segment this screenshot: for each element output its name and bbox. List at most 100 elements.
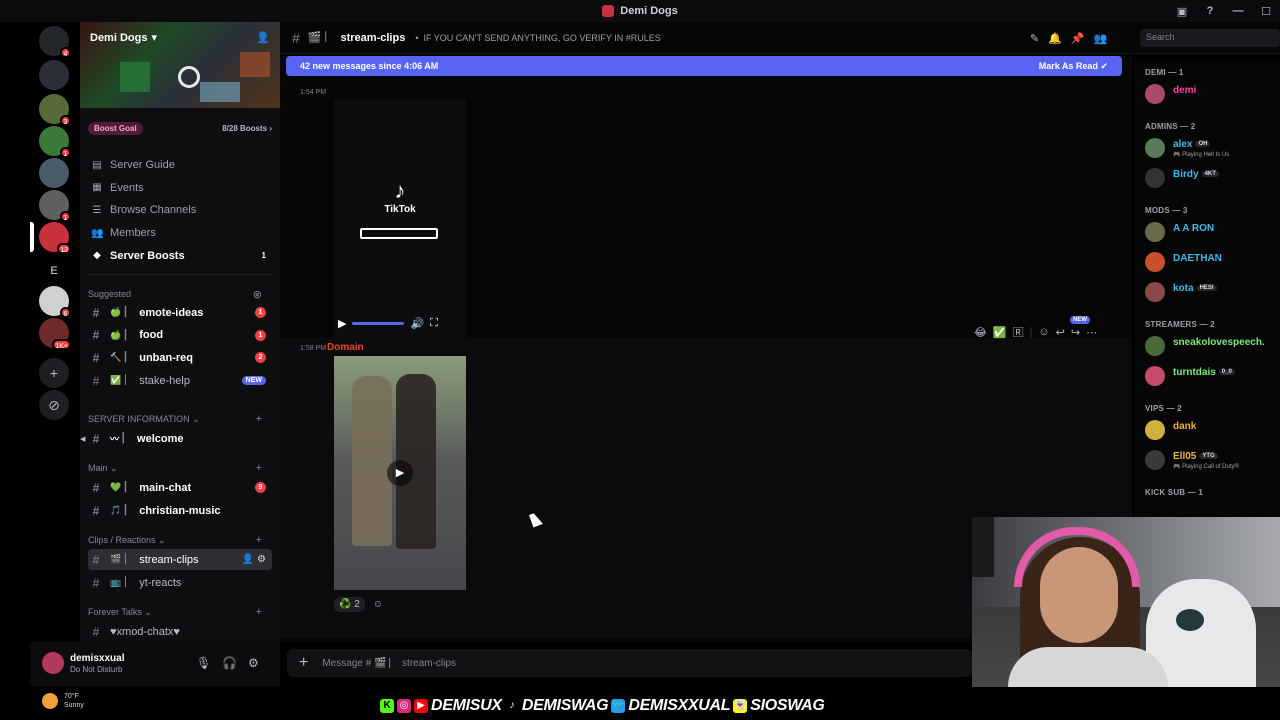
more-icon[interactable]: ⋯	[1086, 326, 1097, 339]
member-name: dank	[1173, 421, 1197, 432]
message-timestamp: 1:54 PM	[300, 89, 327, 96]
emoji-check-icon[interactable]: ✅	[993, 326, 1007, 339]
add-attachment-icon[interactable]: +	[299, 654, 308, 672]
member-item[interactable]: kota HESI	[1145, 280, 1280, 306]
channel-stake-help[interactable]: # ✅ ⎸ stake-help NEW	[88, 370, 272, 391]
nav-events[interactable]: ▦ Events	[88, 178, 272, 198]
play-icon[interactable]: ▶	[338, 317, 346, 330]
help-icon[interactable]: ?	[1196, 5, 1224, 17]
server-icon[interactable]: 4	[39, 26, 71, 58]
avatar[interactable]	[42, 652, 64, 674]
message-author[interactable]: Domain	[327, 342, 364, 353]
channel-main-chat[interactable]: # 💚 ⎸ main-chat 9	[88, 477, 272, 498]
channel-emote-ideas[interactable]: # 🍏 ⎸ emote-ideas 1	[88, 302, 272, 323]
server-icon[interactable]	[39, 158, 69, 188]
minimize-button[interactable]: —	[1224, 5, 1252, 17]
member-item[interactable]: Ell05 YTG 🎮 Playing Call of Duty®	[1145, 448, 1280, 474]
discover-icon[interactable]: ⊘	[39, 390, 69, 420]
member-item[interactable]: Birdy 4KT	[1145, 166, 1280, 192]
message-toolbar: 😂 ✅ 🅁 | ☺ ↩ ↪ ⋯ NEW	[974, 316, 1098, 340]
mark-as-read-button[interactable]: Mark As Read ✔	[1039, 61, 1108, 72]
category-forever-talks[interactable]: Forever Talks ⌄ +	[88, 605, 272, 619]
category-clips[interactable]: Clips / Reactions ⌄ +	[88, 533, 272, 547]
boost-count: 8/28 Boosts ›	[222, 123, 272, 133]
server-icon[interactable]: 6	[39, 286, 71, 318]
reaction-recycle[interactable]: ♻️ 2	[334, 597, 365, 612]
server-rail: 4 3 1 1 13 E 6 1K+ + ⊘	[30, 22, 78, 682]
channel-food[interactable]: # 🍏 ⎸ food 1	[88, 325, 272, 346]
message-composer[interactable]: + Message # 🎬 ⎸ stream-clips	[287, 649, 972, 677]
server-icon[interactable]: 1	[39, 190, 71, 222]
nav-server-boosts[interactable]: ◆ Server Boosts 1	[88, 246, 272, 266]
member-item[interactable]: A A RON	[1145, 220, 1280, 246]
category-main[interactable]: Main ⌄ +	[88, 461, 272, 475]
close-icon[interactable]: ⊗	[253, 288, 262, 301]
boost-goal[interactable]: Boost Goal 8/28 Boosts ›	[88, 120, 272, 136]
member-group-header: KICK SUB — 1	[1145, 488, 1203, 497]
add-channel-icon[interactable]: +	[256, 534, 262, 546]
member-item[interactable]: demi	[1145, 82, 1280, 108]
member-item[interactable]: dank	[1145, 418, 1280, 444]
add-reaction-icon[interactable]: ☺	[1038, 326, 1049, 338]
volume-slider[interactable]	[352, 321, 405, 325]
channel-unban-req[interactable]: # 🔨 ⎸ unban-req 2	[88, 347, 272, 368]
invite-icon[interactable]: 👤	[256, 31, 270, 44]
server-icon[interactable]	[39, 60, 69, 90]
add-channel-icon[interactable]: +	[256, 462, 262, 474]
add-reaction-icon[interactable]: ☺	[373, 599, 383, 610]
server-banner[interactable]: Demi Dogs ▾ 👤	[80, 22, 280, 108]
headphones-icon[interactable]: 🎧	[222, 656, 237, 670]
server-icon[interactable]: 13	[39, 222, 71, 254]
new-messages-bar[interactable]: 42 new messages since 4:06 AM Mark As Re…	[286, 56, 1122, 76]
social-handle: SIOSWAG	[750, 697, 825, 714]
add-channel-icon[interactable]: +	[256, 413, 262, 425]
add-server-icon[interactable]: +	[39, 358, 69, 388]
threads-icon[interactable]: ✎	[1030, 32, 1039, 45]
fullscreen-icon[interactable]: ⛶	[430, 317, 438, 330]
channel-christian-music[interactable]: # 🎵 ⎸ christian-music	[88, 500, 272, 521]
channel-mod-chat[interactable]: # ♥︎xmod-chatx♥︎	[88, 621, 272, 642]
settings-gear-icon[interactable]: 👤 ⚙	[242, 554, 266, 565]
gear-icon[interactable]: ⚙	[248, 656, 259, 670]
category-server-info[interactable]: SERVER INFORMATION ⌄ +	[88, 412, 272, 426]
microphone-icon[interactable]: 🎙	[196, 656, 211, 670]
channel-emoji: 🔨	[110, 352, 122, 363]
channel-yt-reacts[interactable]: # 📺 ⎸ yt-reacts	[88, 572, 272, 593]
emoji-r-icon[interactable]: 🅁	[1013, 324, 1024, 340]
reply-icon[interactable]: ↩	[1056, 326, 1065, 339]
channel-name: stream-clips	[139, 553, 199, 566]
search-input[interactable]: Search	[1140, 29, 1280, 47]
member-item[interactable]: DAETHAN	[1145, 250, 1280, 276]
server-icon[interactable]: 1K+	[39, 318, 71, 350]
server-icon[interactable]: E	[39, 256, 69, 286]
forward-icon[interactable]: ↪	[1071, 326, 1080, 339]
avatar	[1145, 138, 1165, 158]
nav-browse-channels[interactable]: ☰ Browse Channels	[88, 200, 272, 220]
inbox-icon[interactable]: ▣	[1168, 5, 1196, 18]
play-icon[interactable]: ▶	[387, 460, 413, 486]
emoji-laugh-icon[interactable]: 😂	[974, 326, 987, 339]
nav-members[interactable]: 👥 Members	[88, 223, 272, 243]
maximize-button[interactable]: ☐	[1252, 5, 1280, 18]
channel-welcome[interactable]: ◀ # 〰 ⎸ welcome	[80, 428, 272, 449]
member-item[interactable]: sneakolovespeech.	[1145, 334, 1280, 360]
member-name: Birdy 4KT	[1173, 169, 1219, 180]
member-list-icon[interactable]: 👥	[1094, 32, 1108, 45]
video-attachment-tiktok[interactable]: ♪ TikTok	[334, 100, 466, 338]
unread-badge: 9	[255, 482, 266, 493]
category-suggested[interactable]: Suggested ⊗	[88, 287, 272, 301]
volume-icon[interactable]: 🔊	[410, 317, 424, 330]
member-item[interactable]: turntdais 0_0	[1145, 364, 1280, 390]
guild-name-button[interactable]: Demi Dogs ▾	[90, 31, 157, 45]
pin-icon[interactable]: 📌	[1071, 32, 1085, 45]
add-channel-icon[interactable]: +	[256, 606, 262, 618]
nav-label: Browse Channels	[110, 204, 197, 217]
member-item[interactable]: alex OH 🎮 Playing Hell Is Us	[1145, 136, 1280, 162]
selected-server-indicator	[30, 222, 34, 252]
server-icon[interactable]: 1	[39, 126, 71, 158]
server-icon[interactable]: 3	[39, 94, 71, 126]
nav-server-guide[interactable]: ▤ Server Guide	[88, 155, 272, 175]
bell-icon[interactable]: 🔔	[1048, 32, 1062, 45]
channel-stream-clips[interactable]: # 🎬 ⎸ stream-clips 👤 ⚙	[88, 549, 272, 570]
video-attachment[interactable]: ▶	[334, 356, 466, 590]
